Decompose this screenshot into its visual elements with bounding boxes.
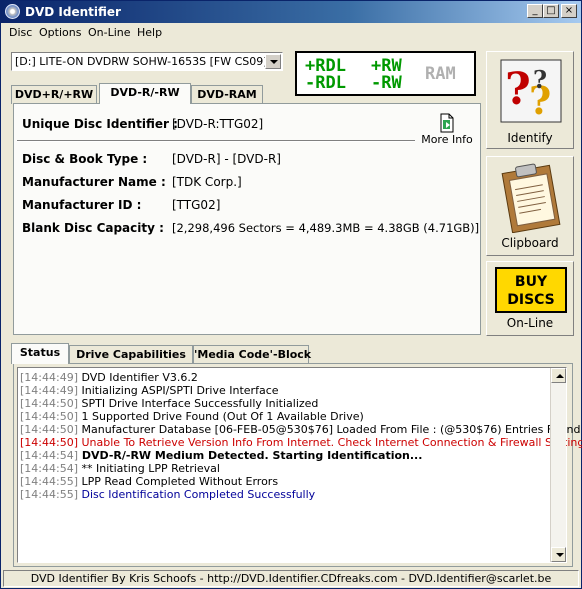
minimize-button[interactable]: _ (527, 4, 543, 18)
status-bar: DVD Identifier By Kris Schoofs - http://… (3, 570, 579, 587)
online-label: On-Line (506, 316, 554, 330)
log-line-highlight: [14:44:54] DVD-R/-RW Medium Detected. St… (20, 449, 423, 462)
log-line: [14:44:54] ** Initiating LPP Retrieval (20, 462, 220, 475)
svg-text:?: ? (533, 65, 547, 94)
tab-media-code-block[interactable]: 'Media Code'-Block (193, 345, 311, 364)
log-line-success: [14:44:55] Disc Identification Completed… (20, 488, 316, 501)
manufacturer-name-value: [TDK Corp.] (172, 175, 242, 189)
logo-ram: RAM (425, 64, 456, 84)
uid-label: Unique Disc Identifier : (22, 117, 178, 131)
log-line: [14:44:49] DVD Identifier V3.6.2 (20, 371, 198, 384)
document-arrow-icon (440, 113, 454, 133)
media-format-logo: +RDL +RW -RDL -RW RAM (295, 51, 476, 96)
svg-text:DISCS: DISCS (507, 292, 555, 308)
menu-disc[interactable]: Disc (9, 26, 32, 39)
svg-text:BUY: BUY (515, 274, 548, 290)
scroll-down-icon[interactable] (551, 547, 566, 562)
uid-value: [DVD-R:TTG02] (172, 117, 264, 131)
scroll-up-icon[interactable] (551, 368, 566, 383)
disc-icon[interactable] (5, 4, 20, 19)
menu-options[interactable]: Options (39, 26, 81, 39)
log-line: [14:44:50] Manufacturer Database [06-FEB… (20, 423, 581, 436)
manufacturer-name-label: Manufacturer Name : (22, 175, 166, 189)
menu-help[interactable]: Help (137, 26, 162, 39)
manufacturer-id-label: Manufacturer ID : (22, 198, 142, 212)
dropdown-arrow-icon[interactable] (265, 54, 281, 69)
clipboard-button[interactable]: Clipboard (486, 156, 574, 256)
log-line: [14:44:55] LPP Read Completed Without Er… (20, 475, 279, 488)
book-type-label: Disc & Book Type : (22, 152, 148, 166)
window-title: DVD Identifier (25, 5, 121, 19)
capacity-label: Blank Disc Capacity : (22, 221, 164, 235)
maximize-button[interactable]: □ (543, 4, 559, 18)
log-line-error: [14:44:50] Unable To Retrieve Version In… (20, 436, 582, 449)
tab-status[interactable]: Status (11, 343, 69, 364)
menu-bar: Disc Options On-Line Help (1, 23, 581, 42)
divider (17, 140, 415, 142)
tab-dvd-plus[interactable]: DVD+R/+RW (11, 85, 97, 104)
more-info-button[interactable]: More Info (419, 113, 475, 155)
app-window: DVD Identifier _ □ × Disc Options On-Lin… (0, 0, 582, 589)
logo-minus-rdl: -RDL (305, 73, 346, 93)
close-button[interactable]: × (561, 4, 577, 18)
clipboard-icon (501, 163, 561, 233)
svg-text:?: ? (505, 64, 531, 115)
book-type-value: [DVD-R] - [DVD-R] (172, 152, 281, 166)
tab-drive-capabilities[interactable]: Drive Capabilities (69, 345, 193, 364)
buy-discs-icon: BUY DISCS (495, 267, 567, 313)
drive-select[interactable]: [D:] LITE-ON DVDRW SOHW-1653S [FW CS09] (11, 52, 283, 71)
capacity-value: [2,298,496 Sectors = 4,489.3MB = 4.38GB … (172, 221, 480, 235)
title-bar: DVD Identifier _ □ × (1, 1, 581, 23)
online-button[interactable]: BUY DISCS On-Line (486, 261, 574, 336)
clipboard-label: Clipboard (501, 236, 559, 250)
question-marks-icon: ? ? ? (500, 59, 562, 123)
vertical-scrollbar[interactable] (550, 368, 566, 562)
disc-info-panel (13, 103, 481, 335)
drive-select-value: [D:] LITE-ON DVDRW SOHW-1653S [FW CS09] (15, 55, 268, 68)
identify-button[interactable]: ? ? ? Identify (486, 51, 574, 149)
tab-dvd-minus[interactable]: DVD-R/-RW (99, 83, 191, 104)
status-log[interactable]: [14:44:49] DVD Identifier V3.6.2 [14:44:… (17, 367, 582, 563)
manufacturer-id-value: [TTG02] (172, 198, 221, 212)
logo-minus-rw: -RW (371, 73, 402, 93)
log-line: [14:44:50] 1 Supported Drive Found (Out … (20, 410, 364, 423)
log-line: [14:44:49] Initializing ASPI/SPTI Drive … (20, 384, 279, 397)
more-info-label: More Info (421, 133, 473, 146)
log-line: [14:44:50] SPTI Drive Interface Successf… (20, 397, 319, 410)
menu-online[interactable]: On-Line (88, 26, 131, 39)
identify-label: Identify (507, 131, 553, 145)
tab-dvd-ram[interactable]: DVD-RAM (191, 85, 263, 104)
